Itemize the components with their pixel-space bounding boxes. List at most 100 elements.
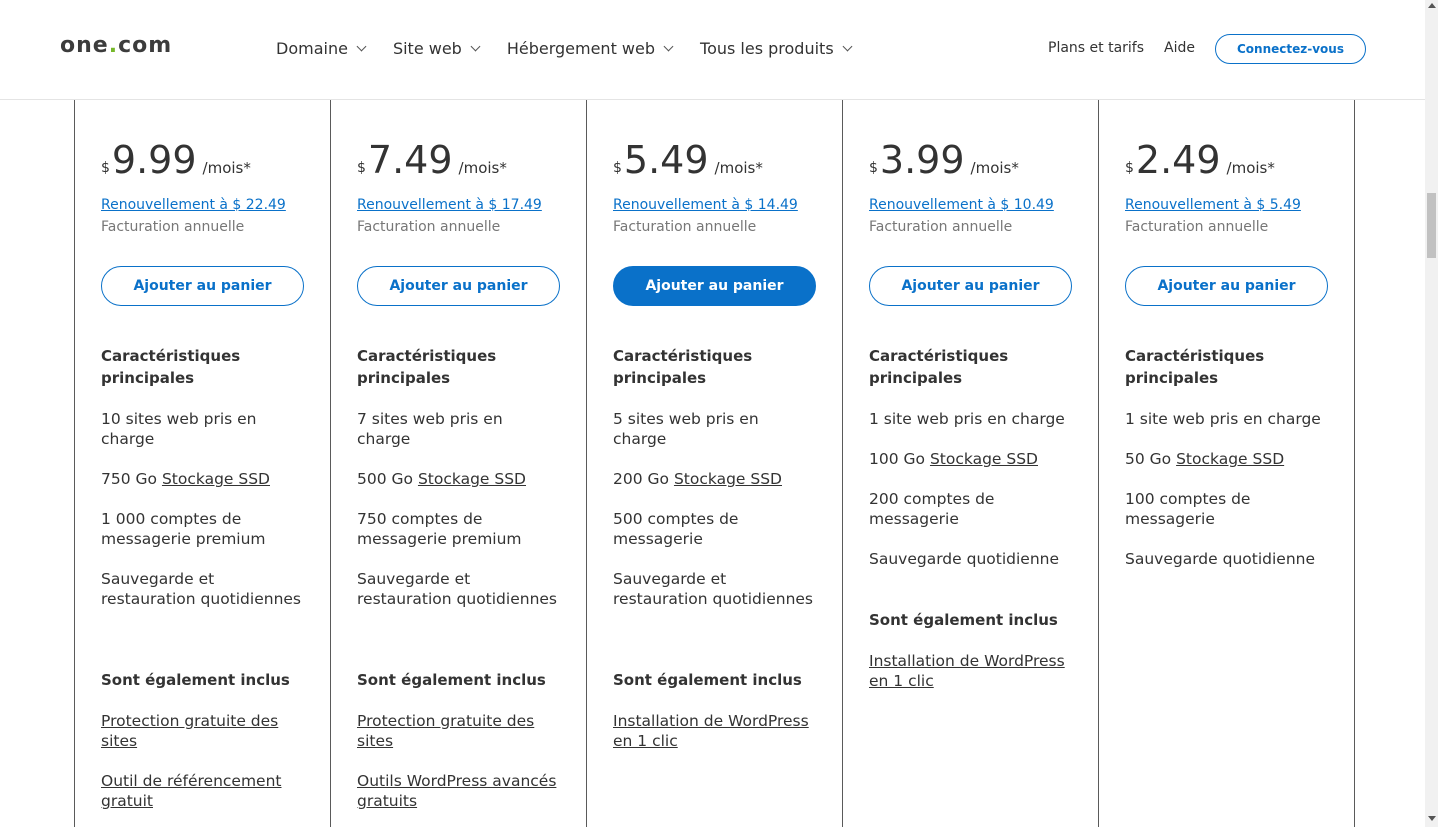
feature-backup: Sauvegarde et restauration quotidiennes [357,570,558,608]
also-included-title: Sont également inclus [101,671,290,689]
logo-suffix: com [118,33,173,58]
nav-site-web[interactable]: Site web [393,39,481,58]
feature-sites: 7 sites web pris en charge [357,410,503,448]
extra-link[interactable]: Outil de référencement gratuit [101,771,301,811]
renewal-link[interactable]: Renouvellement à $ 5.49 [1125,197,1301,213]
feature-sites: 1 site web pris en charge [1125,410,1321,428]
also-included-title: Sont également inclus [357,671,546,689]
chevron-down-icon [356,41,367,51]
feature-sites: 10 sites web pris en charge [101,410,257,448]
nav-domaine[interactable]: Domaine [276,39,367,58]
price-period: /mois* [458,159,507,177]
feature-storage: 750 Go Stockage SSD [101,469,301,489]
billing-note: Facturation annuelle [357,219,501,235]
feature-backup: Sauvegarde quotidienne [1125,550,1316,568]
price-period: /mois* [970,159,1019,177]
extra-link[interactable]: Installation de WordPress en 1 clic [613,711,813,751]
add-to-cart-button[interactable]: Ajouter au panier [1125,266,1328,306]
price-amount: 2.49 [1135,138,1221,182]
plan-price: $7.49/mois* [357,138,507,182]
storage-amount: 750 Go [101,470,158,488]
scroll-down-arrow-icon[interactable] [1428,816,1436,821]
price-period: /mois* [714,159,763,177]
pricing-table: $9.99/mois* Renouvellement à $ 22.49 Fac… [74,100,1355,827]
add-to-cart-button[interactable]: Ajouter au panier [101,266,304,306]
plan-price: $2.49/mois* [1125,138,1275,182]
main-features-title: Caractéristiques principales [101,347,241,387]
feature-email: 100 comptes de messagerie [1125,490,1251,528]
nav-label: Tous les produits [700,39,834,58]
site-header: one.com Domaine Site web Hébergement web… [0,0,1425,100]
storage-ssd-link[interactable]: Stockage SSD [418,470,526,488]
price-period: /mois* [202,159,251,177]
feature-email: 750 comptes de messagerie premium [357,510,522,548]
extra-link[interactable]: Protection gratuite des sites [101,711,301,751]
connect-button[interactable]: Connectez-vous [1215,34,1366,64]
add-to-cart-button[interactable]: Ajouter au panier [357,266,560,306]
currency-symbol: $ [869,160,878,176]
extra-link[interactable]: Outils WordPress avancés gratuits [357,771,557,811]
main-features-title: Caractéristiques principales [357,347,497,387]
feature-storage: 50 Go Stockage SSD [1125,449,1325,469]
storage-amount: 100 Go [869,450,926,468]
renewal-link[interactable]: Renouvellement à $ 14.49 [613,197,798,213]
main-features-title: Caractéristiques principales [613,347,753,387]
add-to-cart-button[interactable]: Ajouter au panier [613,266,816,306]
main-nav: Domaine Site web Hébergement web Tous le… [276,39,879,58]
chevron-down-icon [663,41,674,51]
scroll-up-arrow-icon[interactable] [1428,3,1436,8]
renewal-link[interactable]: Renouvellement à $ 17.49 [357,197,542,213]
plan-column: $2.49/mois* Renouvellement à $ 5.49 Fact… [1098,100,1355,827]
plan-price: $5.49/mois* [613,138,763,182]
feature-storage: 200 Go Stockage SSD [613,469,813,489]
renewal-link[interactable]: Renouvellement à $ 22.49 [101,197,286,213]
header-right-links: Plans et tarifs Aide [1048,40,1215,56]
feature-backup: Sauvegarde et restauration quotidiennes [613,570,814,608]
price-amount: 9.99 [111,138,197,182]
storage-ssd-link[interactable]: Stockage SSD [1176,450,1284,468]
add-to-cart-button[interactable]: Ajouter au panier [869,266,1072,306]
currency-symbol: $ [357,160,366,176]
storage-amount: 200 Go [613,470,670,488]
also-included-title: Sont également inclus [869,611,1058,629]
feature-email: 500 comptes de messagerie [613,510,739,548]
storage-ssd-link[interactable]: Stockage SSD [674,470,782,488]
storage-ssd-link[interactable]: Stockage SSD [930,450,1038,468]
main-features-title: Caractéristiques principales [869,347,1009,387]
scroll-thumb[interactable] [1427,193,1436,258]
feature-sites: 5 sites web pris en charge [613,410,759,448]
billing-note: Facturation annuelle [613,219,757,235]
plan-column: $9.99/mois* Renouvellement à $ 22.49 Fac… [74,100,331,827]
aide-link[interactable]: Aide [1164,40,1195,56]
billing-note: Facturation annuelle [1125,219,1269,235]
one-com-logo[interactable]: one.com [60,33,172,58]
chevron-down-icon [470,41,481,51]
storage-amount: 500 Go [357,470,414,488]
feature-backup: Sauvegarde et restauration quotidiennes [101,570,302,608]
currency-symbol: $ [1125,160,1134,176]
storage-amount: 50 Go [1125,450,1172,468]
currency-symbol: $ [101,160,110,176]
storage-ssd-link[interactable]: Stockage SSD [162,470,270,488]
plan-column: $7.49/mois* Renouvellement à $ 17.49 Fac… [330,100,587,827]
extra-link[interactable]: Installation de WordPress en 1 clic [869,651,1069,691]
nav-hebergement-web[interactable]: Hébergement web [506,39,674,58]
price-amount: 3.99 [879,138,965,182]
nav-tous-les-produits[interactable]: Tous les produits [700,39,853,58]
plan-column: $3.99/mois* Renouvellement à $ 10.49 Fac… [842,100,1099,827]
price-amount: 7.49 [367,138,453,182]
renewal-link[interactable]: Renouvellement à $ 10.49 [869,197,1054,213]
plans-tarifs-link[interactable]: Plans et tarifs [1048,40,1144,56]
price-amount: 5.49 [623,138,709,182]
page-scrollbar[interactable] [1425,0,1438,827]
feature-storage: 500 Go Stockage SSD [357,469,557,489]
billing-note: Facturation annuelle [101,219,245,235]
feature-email: 200 comptes de messagerie [869,490,995,528]
extra-link[interactable]: Protection gratuite des sites [357,711,557,751]
chevron-down-icon [842,41,853,51]
plan-price: $3.99/mois* [869,138,1019,182]
billing-note: Facturation annuelle [869,219,1013,235]
feature-backup: Sauvegarde quotidienne [869,550,1060,568]
nav-label: Hébergement web [506,39,656,58]
logo-dot: . [108,33,119,58]
